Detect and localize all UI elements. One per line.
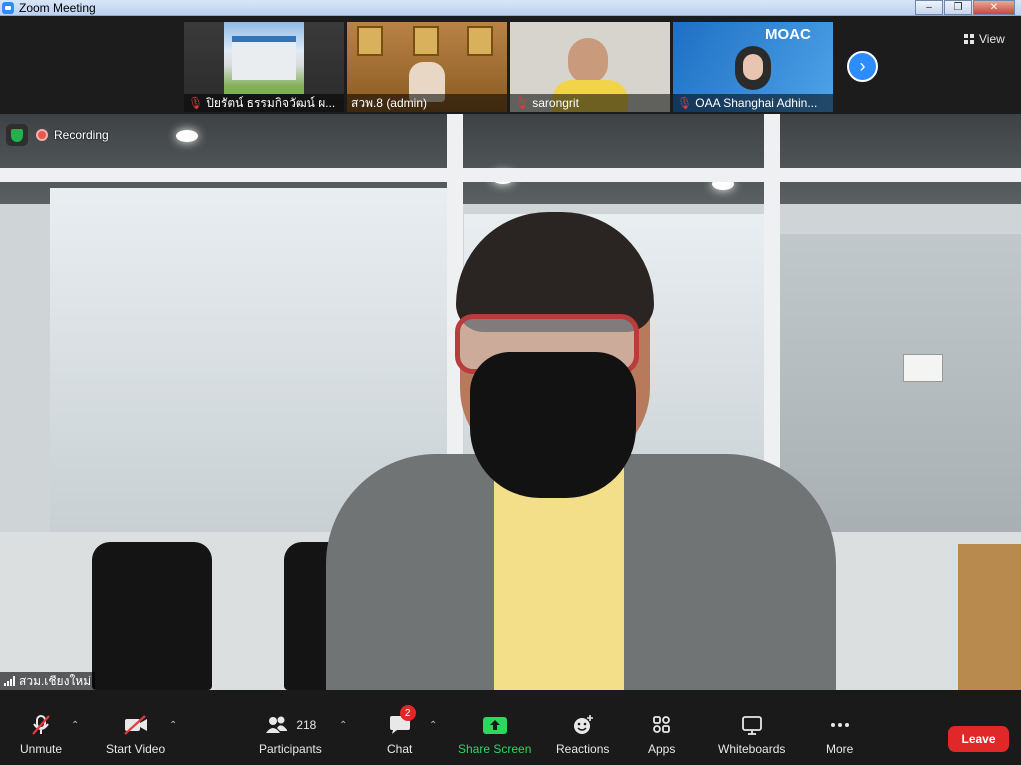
muted-mic-icon [30, 714, 52, 736]
unmute-button[interactable]: Unmute [20, 714, 62, 756]
wall-portrait [357, 26, 383, 56]
whiteboard-icon [740, 714, 764, 736]
active-speaker-video: Recording สวม.เชียงใหม่ [0, 114, 1021, 690]
wooden-furniture [958, 544, 1021, 690]
speaker-name-tag: สวม.เชียงใหม่ [0, 672, 96, 690]
muted-mic-icon: 🎙︎ [514, 96, 530, 110]
start-video-button[interactable]: Start Video [106, 714, 165, 756]
window-frame [0, 168, 1021, 182]
share-screen-icon [482, 714, 508, 736]
zoom-window: Zoom Meeting – ❐ ✕ 🎙︎ ปิยรัตน์ ธรรมกิจวั… [0, 0, 1021, 765]
signal-bars-icon [4, 676, 15, 686]
thumbnail-name-bar: สวพ.8 (admin) [347, 94, 507, 112]
close-button[interactable]: ✕ [973, 0, 1015, 15]
view-label: View [979, 32, 1005, 46]
participant-thumbnail[interactable]: MOAC 🎙︎ OAA Shanghai Adhin... [673, 22, 833, 112]
apps-button[interactable]: Apps [648, 714, 675, 756]
participant-thumbnail[interactable]: สวพ.8 (admin) [347, 22, 507, 112]
muted-mic-icon: 🎙︎ [188, 96, 204, 110]
more-dots-icon [828, 714, 852, 736]
unmute-label: Unmute [20, 742, 63, 756]
reactions-label: Reactions [556, 742, 610, 756]
minimize-button[interactable]: – [915, 0, 943, 15]
recording-label: Recording [54, 128, 109, 142]
participant-name: OAA Shanghai Adhin... [695, 96, 818, 110]
thumbnail-name-bar: 🎙︎ sarongrit [510, 94, 670, 112]
chat-options-caret[interactable]: ⌃ [429, 720, 437, 731]
chair [92, 542, 212, 690]
gallery-strip: 🎙︎ ปิยรัตน์ ธรรมกิจวัฒน์ ผ... สวพ.8 (adm… [0, 16, 1021, 114]
speaker-name: สวม.เชียงใหม่ [19, 673, 92, 688]
recording-indicator[interactable]: Recording [36, 124, 109, 146]
participants-options-caret[interactable]: ⌃ [339, 720, 347, 731]
share-screen-label: Share Screen [458, 742, 532, 756]
whiteboards-label: Whiteboards [718, 742, 786, 756]
participants-icon: 218 [264, 714, 316, 736]
recording-dot-icon [36, 129, 48, 141]
participants-button[interactable]: 218 Participants [259, 714, 322, 756]
participant-name: สวพ.8 (admin) [351, 95, 427, 110]
more-button[interactable]: More [826, 714, 853, 756]
moac-logo: MOAC [765, 26, 811, 43]
participant-thumbnail[interactable]: 🎙︎ sarongrit [510, 22, 670, 112]
maximize-button[interactable]: ❐ [944, 0, 972, 15]
apps-label: Apps [648, 742, 676, 756]
thumbnail-name-bar: 🎙︎ OAA Shanghai Adhin... [673, 94, 833, 112]
chat-icon: 2 [388, 705, 416, 736]
whiteboards-button[interactable]: Whiteboards [718, 714, 785, 756]
participant-video [568, 38, 608, 84]
video-options-caret[interactable]: ⌃ [169, 720, 177, 731]
leave-button[interactable]: Leave [948, 726, 1009, 752]
video-off-icon [123, 714, 149, 736]
chat-button[interactable]: 2 Chat [387, 705, 416, 756]
reactions-icon [571, 714, 595, 736]
chat-unread-badge: 2 [399, 705, 416, 721]
window-controls: – ❐ ✕ [914, 0, 1015, 15]
more-label: More [826, 742, 854, 756]
zoom-app-icon [2, 1, 14, 14]
view-button[interactable]: View [958, 28, 1011, 50]
chat-label: Chat [387, 742, 413, 756]
participant-name: ปิยรัตน์ ธรรมกิจวัฒน์ ผ... [206, 95, 336, 110]
share-screen-button[interactable]: Share Screen [458, 714, 531, 756]
start-video-label: Start Video [106, 742, 166, 756]
wall-portrait [413, 26, 439, 56]
speaker-mask [470, 352, 636, 498]
muted-mic-icon: 🎙︎ [677, 96, 693, 110]
participants-label: Participants [259, 742, 322, 756]
window-title: Zoom Meeting [19, 0, 96, 15]
meeting-toolbar: Unmute ⌃ Start Video ⌃ 218 Participants … [0, 690, 1021, 765]
wall-sign [903, 354, 943, 382]
participants-count: 218 [296, 718, 317, 732]
participant-thumbnail[interactable]: 🎙︎ ปิยรัตน์ ธรรมกิจวัฒน์ ผ... [184, 22, 344, 112]
next-page-button[interactable]: › [847, 51, 878, 82]
title-bar: Zoom Meeting – ❐ ✕ [0, 0, 1021, 16]
grid-icon [964, 34, 974, 44]
audio-options-caret[interactable]: ⌃ [71, 720, 79, 731]
apps-icon [651, 714, 673, 736]
thumbnail-name-bar: 🎙︎ ปิยรัตน์ ธรรมกิจวัฒน์ ผ... [184, 94, 344, 112]
building-image [224, 22, 304, 94]
glass-wall [780, 234, 1021, 534]
reactions-button[interactable]: Reactions [556, 714, 609, 756]
ceiling-light [176, 130, 198, 142]
participant-name: sarongrit [532, 96, 579, 110]
encryption-shield-icon[interactable] [6, 124, 28, 146]
chevron-right-icon: › [859, 56, 866, 76]
wall-portrait [467, 26, 493, 56]
